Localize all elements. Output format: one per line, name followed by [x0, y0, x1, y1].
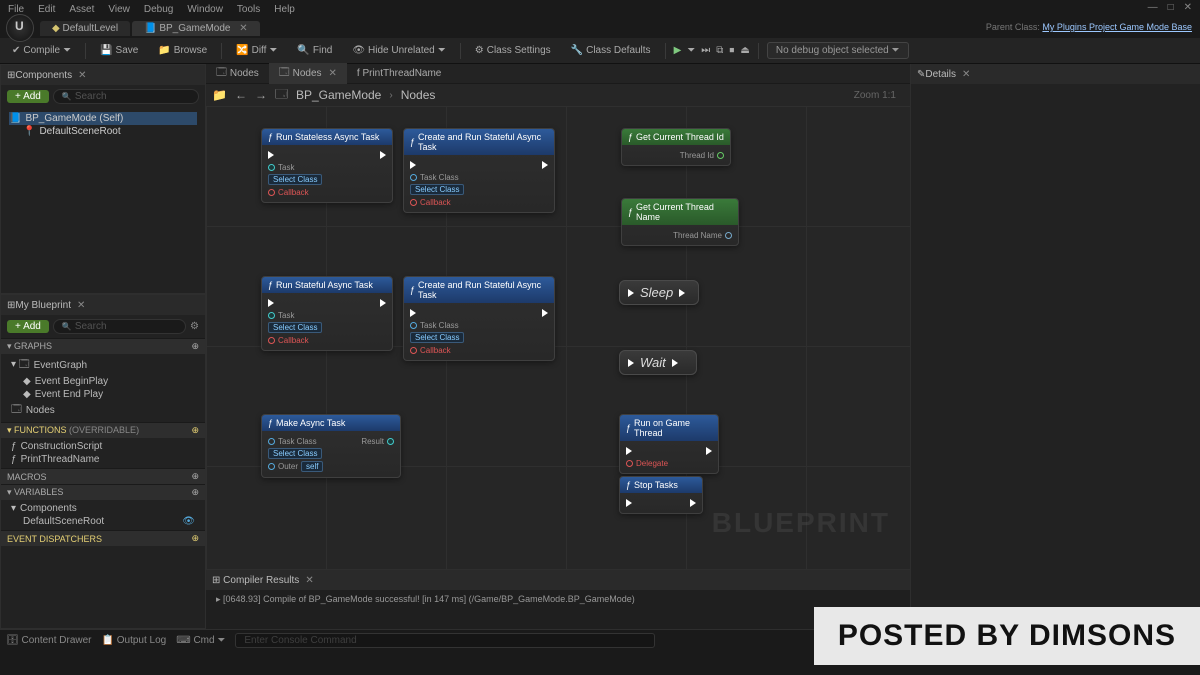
section-graphs[interactable]: ▾ GRAPHS⊕ — [1, 338, 205, 354]
node-wait[interactable]: Wait — [619, 350, 697, 375]
node-run-on-game-thread[interactable]: ƒRun on Game Thread Delegate — [619, 414, 719, 474]
close-icon[interactable]: ✕ — [1184, 2, 1192, 13]
compiler-message: ▸ [0648.93] Compile of BP_GameMode succe… — [206, 590, 910, 609]
tab-close-icon[interactable]: ✕ — [239, 23, 247, 34]
graph-tabs: 🗔 Nodes 🗔 Nodes ✕ f PrintThreadName — [206, 64, 910, 84]
event-end-play[interactable]: ◆ Event End Play — [19, 388, 199, 401]
section-functions[interactable]: ▾ FUNCTIONS (OVERRIDABLE)⊕ — [1, 422, 205, 438]
nav-fwd-icon[interactable]: → — [255, 88, 267, 102]
debug-object-select[interactable]: No debug object selected ⏷ — [767, 42, 909, 59]
menu-file[interactable]: File — [8, 4, 24, 15]
components-panel-header[interactable]: ⊞ Components✕ — [1, 65, 205, 85]
blueprint-settings-icon[interactable]: ⚙ — [190, 321, 199, 332]
blueprint-search[interactable]: Search — [53, 319, 186, 334]
maximize-icon[interactable]: □ — [1168, 2, 1174, 13]
node-create-run-stateful-1[interactable]: ƒCreate and Run Stateful Async Task Task… — [403, 128, 555, 213]
node-run-stateful-async-task[interactable]: ƒRun Stateful Async Task Task Select Cla… — [261, 276, 393, 351]
tab-level[interactable]: ◆ DefaultLevel — [40, 21, 130, 36]
eject-button[interactable]: ⏏ — [740, 45, 749, 56]
menu-tools[interactable]: Tools — [237, 4, 260, 15]
nav-back-icon[interactable]: ← — [235, 88, 247, 102]
menu-debug[interactable]: Debug — [144, 4, 173, 15]
variable-default-scene-root[interactable]: DefaultSceneRoot 👁 — [19, 515, 199, 528]
stop-button[interactable]: ⏹ — [729, 45, 734, 56]
skip-button[interactable]: ⏭ — [701, 45, 710, 56]
nav-home-icon[interactable]: 📁 — [212, 88, 227, 102]
node-make-async-task[interactable]: ƒMake Async Task Task ClassResult Select… — [261, 414, 401, 478]
find-button[interactable]: 🔍 Find — [291, 43, 338, 58]
node-graph[interactable]: ƒRun Stateless Async Task Task Select Cl… — [206, 106, 910, 569]
section-macros[interactable]: MACROS⊕ — [1, 468, 205, 484]
parent-class-label: Parent Class: My Plugins Project Game Mo… — [986, 22, 1192, 32]
blueprint-watermark: BLUEPRINT — [712, 507, 890, 539]
graph-tab-nodes1[interactable]: 🗔 Nodes — [206, 63, 269, 84]
main-toolbar: ✔ Compile ⏷ 💾 Save 📁 Browse 🔀 Diff ⏷ 🔍 F… — [0, 38, 1200, 64]
hide-unrelated-button[interactable]: 👁 Hide Unrelated ⏷ — [346, 43, 451, 58]
event-graph-item[interactable]: ▾ 🗔 EventGraph — [7, 356, 199, 375]
details-panel: ✎ Details✕ — [910, 64, 1200, 629]
posted-by-banner: POSTED BY DIMSONS — [814, 607, 1200, 665]
nodes-graph-item[interactable]: 🗔 Nodes — [7, 401, 199, 420]
console-command-input[interactable]: Enter Console Command — [235, 633, 655, 648]
my-blueprint-panel: ⊞ My Blueprint✕ + Add Search ⚙ ▾ GRAPHS⊕… — [0, 294, 206, 629]
node-create-run-stateful-2[interactable]: ƒCreate and Run Stateful Async Task Task… — [403, 276, 555, 361]
breadcrumb: 📁 ← → 🗔 BP_GameMode › Nodes Zoom 1:1 — [206, 84, 910, 106]
add-blueprint-button[interactable]: + Add — [7, 320, 49, 333]
my-blueprint-header[interactable]: ⊞ My Blueprint✕ — [1, 295, 205, 315]
section-variables[interactable]: ▾ VARIABLES⊕ — [1, 484, 205, 500]
play-controls: ▶ ⏷ ⏭ ⧉ ⏹ ⏏ — [674, 45, 750, 56]
menu-edit[interactable]: Edit — [38, 4, 55, 15]
menu-help[interactable]: Help — [274, 4, 295, 15]
unreal-logo-icon[interactable] — [6, 14, 34, 42]
parent-class-link[interactable]: My Plugins Project Game Mode Base — [1042, 22, 1192, 32]
graph-tab-nodes2[interactable]: 🗔 Nodes ✕ — [269, 63, 347, 84]
tab-blueprint[interactable]: 📘 BP_GameMode ✕ — [132, 21, 260, 36]
nav-graph-icon[interactable]: 🗔 — [275, 85, 288, 106]
construction-script-item[interactable]: ƒ ConstructionScript — [7, 440, 199, 453]
play-button[interactable]: ▶ — [674, 45, 682, 56]
breadcrumb-leaf[interactable]: Nodes — [401, 88, 436, 102]
class-defaults-button[interactable]: 🔧 Class Defaults — [565, 43, 657, 58]
node-get-current-thread-name[interactable]: ƒGet Current Thread Name Thread Name — [621, 198, 739, 246]
components-panel: ⊞ Components✕ + Add Search 📘 BP_GameMode… — [0, 64, 206, 294]
variables-components-group[interactable]: ▾ Components — [7, 502, 199, 515]
details-panel-header[interactable]: ✎ Details✕ — [911, 64, 1200, 84]
event-begin-play[interactable]: ◆ Event BeginPlay — [19, 375, 199, 388]
cmd-label[interactable]: ⌨ Cmd ⏷ — [176, 635, 225, 646]
node-get-current-thread-id[interactable]: ƒGet Current Thread Id Thread Id — [621, 128, 731, 166]
class-settings-button[interactable]: ⚙ Class Settings — [469, 43, 557, 58]
play-options-button[interactable]: ⏷ — [687, 45, 695, 56]
node-sleep[interactable]: Sleep — [619, 280, 699, 305]
components-search[interactable]: Search — [53, 89, 199, 104]
center-area: 🗔 Nodes 🗔 Nodes ✕ f PrintThreadName 📁 ← … — [206, 64, 910, 629]
step-button[interactable]: ⧉ — [716, 45, 723, 56]
menu-asset[interactable]: Asset — [69, 4, 94, 15]
component-root-self[interactable]: 📘 BP_GameMode (Self) — [9, 112, 197, 125]
section-event-dispatchers[interactable]: EVENT DISPATCHERS⊕ — [1, 530, 205, 546]
minimize-icon[interactable]: — — [1148, 2, 1158, 13]
menu-view[interactable]: View — [108, 4, 130, 15]
node-run-stateless-async-task[interactable]: ƒRun Stateless Async Task Task Select Cl… — [261, 128, 393, 203]
graph-tab-printthreadname[interactable]: f PrintThreadName — [347, 66, 451, 81]
save-button[interactable]: 💾 Save — [94, 43, 144, 58]
menu-bar: File Edit Asset View Debug Window Tools … — [0, 0, 1200, 18]
output-log-button[interactable]: 📋 Output Log — [102, 635, 167, 646]
zoom-label: Zoom 1:1 — [854, 90, 904, 101]
compiler-results-panel: ⊞ Compiler Results✕ ▸ [0648.93] Compile … — [206, 569, 910, 629]
content-drawer-button[interactable]: 🗄 Content Drawer — [6, 635, 92, 646]
menu-window[interactable]: Window — [187, 4, 223, 15]
compile-button[interactable]: ✔ Compile ⏷ — [6, 43, 77, 58]
browse-button[interactable]: 📁 Browse — [152, 43, 213, 58]
window-controls: — □ ✕ — [1148, 2, 1192, 13]
add-component-button[interactable]: + Add — [7, 90, 49, 103]
print-thread-name-item[interactable]: ƒ PrintThreadName — [7, 453, 199, 466]
breadcrumb-root[interactable]: BP_GameMode — [296, 88, 381, 102]
node-stop-tasks[interactable]: ƒStop Tasks — [619, 476, 703, 514]
diff-button[interactable]: 🔀 Diff ⏷ — [230, 43, 283, 58]
component-default-scene-root[interactable]: 📍 DefaultSceneRoot — [23, 125, 197, 138]
